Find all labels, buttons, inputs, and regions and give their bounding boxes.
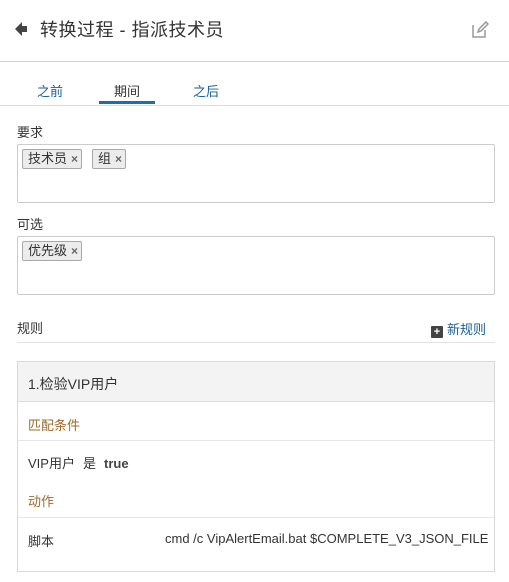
tag-priority: 优先级 × bbox=[22, 241, 83, 261]
condition-operator: 是 bbox=[82, 456, 96, 471]
rules-label: 规则 bbox=[17, 321, 44, 336]
remove-tag-icon[interactable]: × bbox=[71, 150, 81, 168]
page-header: 转换过程 - 指派技术员 bbox=[0, 0, 509, 62]
tab-during[interactable]: 期间 bbox=[114, 81, 140, 100]
conditions-heading: 匹配条件 bbox=[28, 418, 81, 433]
tag-label: 优先级 bbox=[28, 243, 68, 258]
rule-title-bar[interactable]: 1.检验VIP用户 bbox=[18, 362, 494, 402]
divider bbox=[18, 440, 494, 441]
plus-icon: + bbox=[431, 326, 443, 338]
tab-after[interactable]: 之后 bbox=[193, 81, 219, 100]
active-tab-indicator bbox=[99, 101, 155, 104]
tag-technician: 技术员 × bbox=[22, 149, 83, 169]
required-label: 要求 bbox=[17, 125, 44, 140]
tag-group: 组 × bbox=[92, 149, 127, 169]
page-title: 转换过程 - 指派技术员 bbox=[40, 20, 224, 40]
new-rule-label: 新规则 bbox=[447, 322, 487, 337]
edit-button[interactable] bbox=[471, 20, 490, 39]
tab-before[interactable]: 之前 bbox=[37, 81, 63, 100]
action-type: 脚本 bbox=[28, 534, 55, 549]
condition-field: VIP用户 bbox=[28, 456, 75, 471]
arrow-left-icon bbox=[15, 22, 27, 36]
tag-label: 技术员 bbox=[28, 151, 68, 166]
remove-tag-icon[interactable]: × bbox=[115, 150, 125, 168]
new-rule-button[interactable]: + 新规则 bbox=[431, 319, 487, 338]
condition-value: true bbox=[103, 456, 129, 471]
rule-title: 1.检验VIP用户 bbox=[28, 376, 119, 392]
action-command: cmd /c VipAlertEmail.bat $COMPLETE_V3_JS… bbox=[165, 531, 489, 546]
condition-row: VIP用户是 true bbox=[28, 453, 129, 472]
tab-bar: 之前 期间 之后 bbox=[0, 62, 509, 106]
back-button[interactable] bbox=[14, 20, 30, 38]
divider bbox=[18, 517, 494, 518]
rules-header: 规则 + 新规则 bbox=[17, 316, 495, 343]
required-fields-input[interactable]: 技术员 × 组 × bbox=[17, 144, 495, 203]
optional-label: 可选 bbox=[17, 217, 44, 232]
optional-fields-input[interactable]: 优先级 × bbox=[17, 236, 495, 295]
tag-label: 组 bbox=[98, 151, 112, 166]
edit-icon bbox=[472, 20, 490, 38]
remove-tag-icon[interactable]: × bbox=[71, 242, 81, 260]
rule-card: 1.检验VIP用户 匹配条件 VIP用户是 true 动作 脚本 cmd /c V… bbox=[17, 361, 495, 572]
actions-heading: 动作 bbox=[28, 494, 55, 509]
